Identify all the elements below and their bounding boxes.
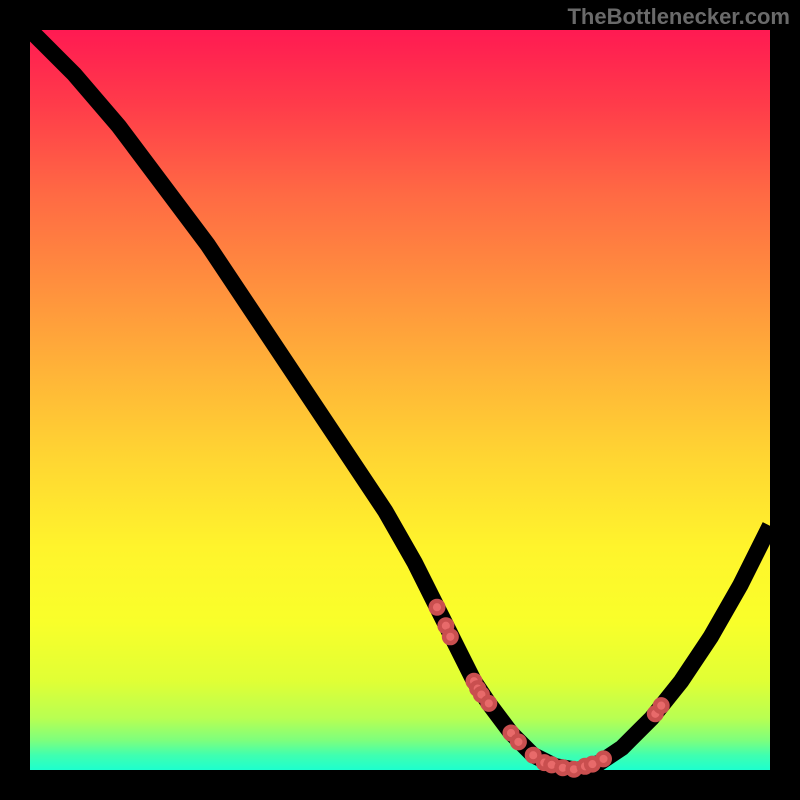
data-marker bbox=[431, 601, 444, 614]
data-marker bbox=[597, 753, 610, 766]
data-marker bbox=[655, 699, 668, 712]
data-marker bbox=[483, 697, 496, 710]
chart-svg bbox=[30, 30, 770, 770]
chart-container: TheBottlenecker.com bbox=[0, 0, 800, 800]
marker-group bbox=[431, 601, 668, 776]
data-marker bbox=[512, 736, 525, 749]
watermark-text: TheBottlenecker.com bbox=[567, 4, 790, 30]
bottleneck-curve bbox=[30, 30, 770, 770]
plot-area bbox=[30, 30, 770, 770]
data-marker bbox=[444, 631, 457, 644]
